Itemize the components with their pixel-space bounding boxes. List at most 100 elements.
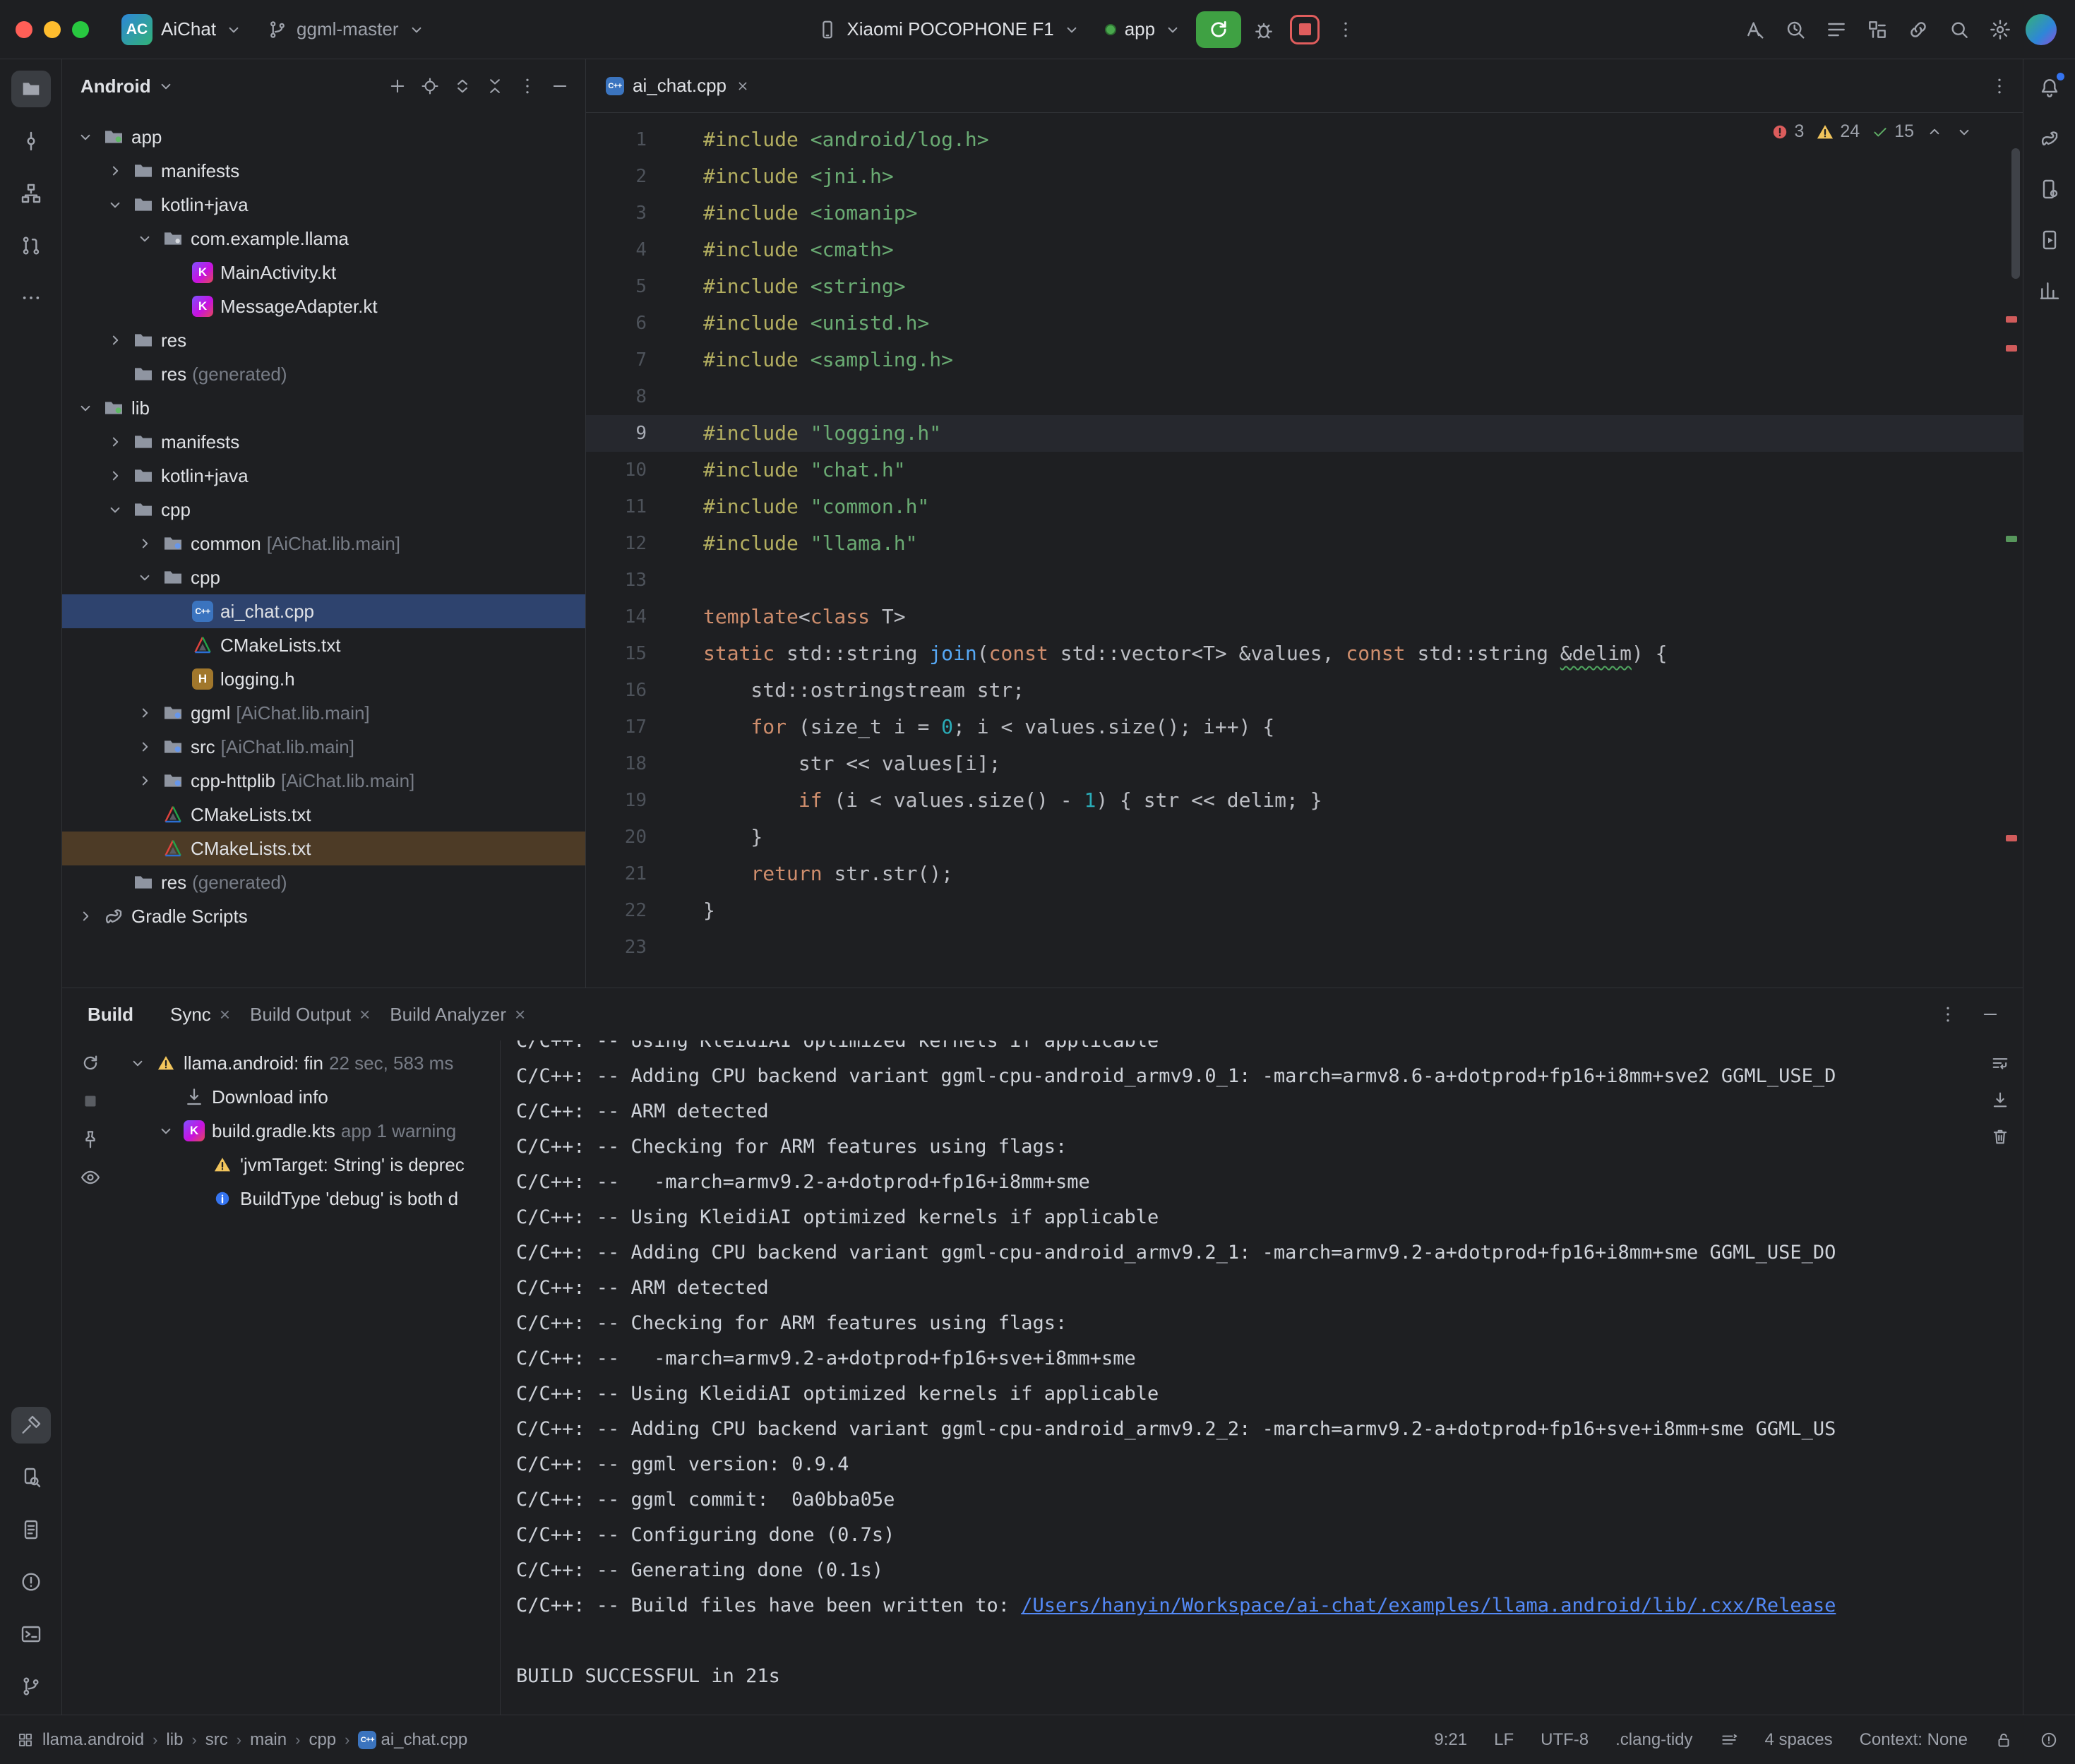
- clear-icon[interactable]: [1985, 1122, 2016, 1151]
- stop-square-icon[interactable]: [75, 1087, 106, 1115]
- readonly-toggle[interactable]: [1995, 1731, 2013, 1749]
- assistant-avatar-icon[interactable]: [2023, 11, 2059, 48]
- tree-item-ai-chat-cpp[interactable]: C++ ai_chat.cpp: [62, 594, 585, 628]
- chevron-right-icon[interactable]: [104, 160, 126, 181]
- build-tree-item-llama-android-fin[interactable]: llama.android: fin 22 sec, 583 ms: [119, 1046, 500, 1080]
- close-tab-icon[interactable]: [735, 78, 751, 94]
- stripe-mark[interactable]: [2006, 345, 2017, 352]
- code-line-11[interactable]: 11#include "common.h": [586, 488, 2023, 525]
- next-issue-icon[interactable]: [1955, 123, 1973, 141]
- preview-icon[interactable]: [75, 1163, 106, 1192]
- build-tree-item-download-info[interactable]: Download info: [119, 1080, 500, 1114]
- code-line-5[interactable]: 5#include <string>: [586, 268, 2023, 305]
- settings-icon[interactable]: [1982, 11, 2019, 48]
- collapse-all-icon[interactable]: [479, 71, 510, 102]
- search-icon[interactable]: [1941, 11, 1978, 48]
- code-line-10[interactable]: 10#include "chat.h": [586, 452, 2023, 488]
- tree-item-src[interactable]: src [AiChat.lib.main]: [62, 730, 585, 764]
- code-line-18[interactable]: 18 str << values[i];: [586, 745, 2023, 782]
- more-options-icon[interactable]: [1930, 996, 1966, 1033]
- chevron-right-icon[interactable]: [104, 431, 126, 452]
- breadcrumb-llama-android[interactable]: llama.android: [42, 1730, 144, 1750]
- minimize-window-button[interactable]: [44, 21, 61, 38]
- chevron-down-icon[interactable]: [104, 194, 126, 215]
- code-editor[interactable]: 1#include <android/log.h> 2#include <jni…: [586, 113, 2023, 988]
- stripe-mark[interactable]: [2006, 835, 2017, 841]
- tree-item-gradle-scripts[interactable]: Gradle Scripts: [62, 899, 585, 933]
- build-tree-item-jvmtarget-string-is-deprec[interactable]: 'jvmTarget: String' is deprec: [119, 1148, 500, 1182]
- device-manager-icon[interactable]: [2030, 171, 2069, 208]
- chevron-down-icon[interactable]: [75, 397, 96, 419]
- chevron-right-icon[interactable]: [134, 770, 155, 791]
- structure-icon[interactable]: [11, 175, 51, 212]
- debug-button[interactable]: [1245, 11, 1282, 48]
- build-console[interactable]: C/C++: -- Using KleidiAI optimized kerne…: [501, 1040, 1978, 1715]
- locate-file-icon[interactable]: [414, 71, 446, 102]
- editor-tab-ai-chat-cpp[interactable]: C++ ai_chat.cpp: [586, 59, 765, 113]
- code-line-2[interactable]: 2#include <jni.h>: [586, 158, 2023, 195]
- tree-item-ggml[interactable]: ggml [AiChat.lib.main]: [62, 696, 585, 730]
- code-line-16[interactable]: 16 std::ostringstream str;: [586, 672, 2023, 709]
- prev-issue-icon[interactable]: [1925, 123, 1944, 141]
- code-line-3[interactable]: 3#include <iomanip>: [586, 195, 2023, 232]
- terminal-icon[interactable]: [11, 1616, 51, 1652]
- code-line-4[interactable]: 4#include <cmath>: [586, 232, 2023, 268]
- indent-style[interactable]: 4 spaces: [1765, 1730, 1833, 1750]
- build-tab-sync[interactable]: Sync ×: [160, 1004, 240, 1026]
- hide-panel-icon[interactable]: [544, 71, 575, 102]
- scroll-to-end-icon[interactable]: [1985, 1086, 2016, 1114]
- inspect-icon[interactable]: [1736, 11, 1773, 48]
- code-line-15[interactable]: 15static std::string join(const std::vec…: [586, 635, 2023, 672]
- breadcrumb-main[interactable]: main: [250, 1730, 287, 1750]
- event-log[interactable]: [2040, 1731, 2058, 1749]
- close-tab-icon[interactable]: ×: [220, 1004, 230, 1026]
- pull-requests-icon[interactable]: [11, 227, 51, 264]
- running-devices-icon[interactable]: [2030, 222, 2069, 258]
- project-icon[interactable]: [11, 71, 51, 107]
- inspections-widget[interactable]: 3 24 15: [1771, 121, 1973, 142]
- run-button[interactable]: [1196, 11, 1241, 48]
- zoom-window-button[interactable]: [72, 21, 89, 38]
- code-line-12[interactable]: 12#include "llama.h": [586, 525, 2023, 562]
- gradle-icon[interactable]: [2030, 120, 2069, 157]
- commit-icon[interactable]: [11, 123, 51, 160]
- device-selector[interactable]: Xiaomi POCOPHONE F1: [807, 13, 1090, 46]
- more-tools-icon[interactable]: [11, 280, 51, 316]
- breadcrumb-lib[interactable]: lib: [166, 1730, 183, 1750]
- file-encoding[interactable]: UTF-8: [1541, 1730, 1589, 1750]
- tree-item-res[interactable]: res (generated): [62, 357, 585, 391]
- profiler-icon[interactable]: [1777, 11, 1814, 48]
- code-line-17[interactable]: 17 for (size_t i = 0; i < values.size();…: [586, 709, 2023, 745]
- tree-item-messageadapter-kt[interactable]: K MessageAdapter.kt: [62, 289, 585, 323]
- chevron-right-icon[interactable]: [75, 906, 96, 927]
- tree-item-kotlin-java[interactable]: kotlin+java: [62, 188, 585, 222]
- chevron-right-icon[interactable]: [104, 330, 126, 351]
- problems-icon[interactable]: [11, 1564, 51, 1600]
- tree-item-cpp-httplib[interactable]: cpp-httplib [AiChat.lib.main]: [62, 764, 585, 798]
- notifications-icon[interactable]: [2030, 69, 2069, 106]
- code-line-7[interactable]: 7#include <sampling.h>: [586, 342, 2023, 378]
- workspace-icon[interactable]: [17, 1732, 34, 1748]
- stripe-mark[interactable]: [2006, 536, 2017, 542]
- chevron-right-icon[interactable]: [134, 736, 155, 757]
- code-line-20[interactable]: 20 }: [586, 819, 2023, 856]
- code-line-22[interactable]: 22}: [586, 892, 2023, 929]
- breadcrumb-ai-chat-cpp[interactable]: C++ai_chat.cpp: [358, 1730, 467, 1750]
- tree-item-logging-h[interactable]: H logging.h: [62, 662, 585, 696]
- line-separator[interactable]: LF: [1494, 1730, 1514, 1750]
- stripe-mark[interactable]: [2006, 316, 2017, 323]
- app-insights-icon[interactable]: [2030, 272, 2069, 309]
- chevron-down-icon[interactable]: [104, 499, 126, 520]
- chevron-down-icon[interactable]: [127, 1054, 148, 1072]
- code-line-8[interactable]: 8: [586, 378, 2023, 415]
- tree-item-cmakelists-txt[interactable]: CMakeLists.txt: [62, 628, 585, 662]
- tree-item-cmakelists-txt[interactable]: CMakeLists.txt: [62, 798, 585, 832]
- more-run-actions-button[interactable]: [1327, 11, 1364, 48]
- branch-selector[interactable]: ggml-master: [257, 13, 435, 46]
- device-explorer-icon[interactable]: [11, 1459, 51, 1496]
- close-window-button[interactable]: [16, 21, 32, 38]
- code-style[interactable]: .clang-tidy: [1615, 1730, 1692, 1750]
- breadcrumb-cpp[interactable]: cpp: [309, 1730, 336, 1750]
- run-config-selector[interactable]: app: [1095, 13, 1192, 46]
- chevron-down-icon[interactable]: [134, 567, 155, 588]
